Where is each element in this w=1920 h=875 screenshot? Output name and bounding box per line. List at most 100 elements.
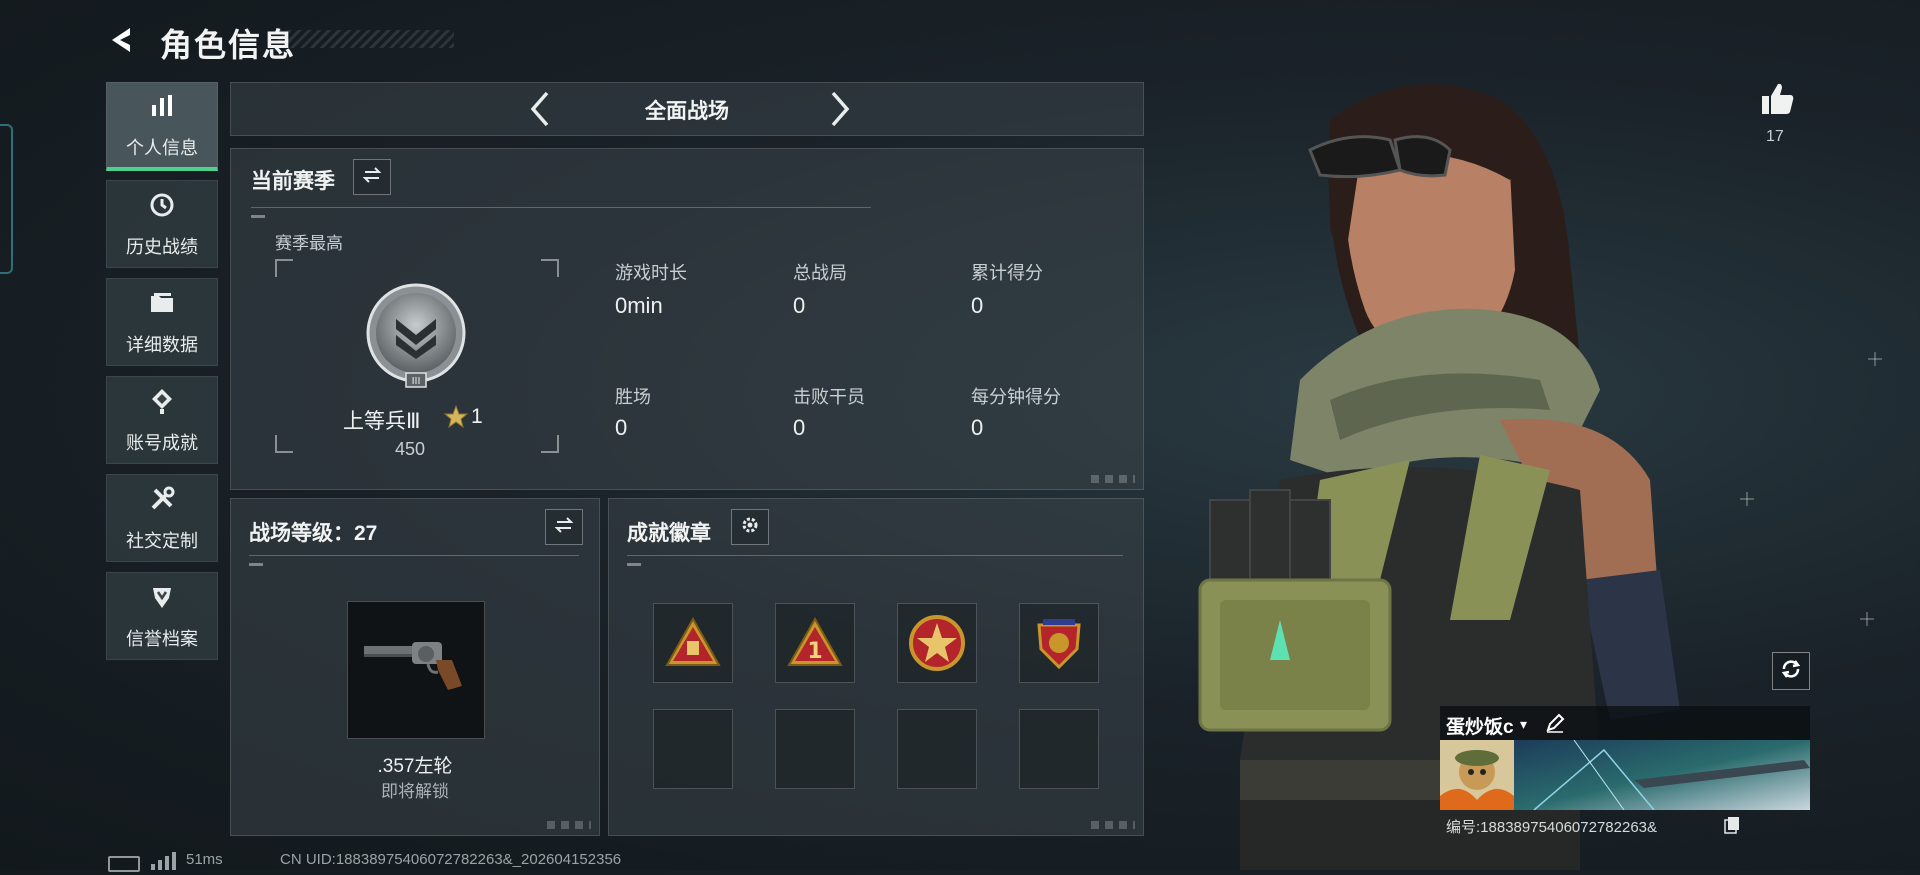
corner-decoration	[1091, 475, 1135, 483]
svg-text:III: III	[412, 376, 421, 387]
stat-label: 累计得分	[971, 263, 1043, 283]
rank-badge-icon: III	[361, 281, 471, 391]
stat-value: 0min	[615, 293, 663, 318]
badge-slot[interactable]	[653, 603, 733, 683]
number-one-badge-icon: 1	[787, 616, 843, 666]
sidebar-item-social[interactable]: 社交定制	[106, 474, 218, 562]
swap-arrows-icon	[361, 164, 383, 191]
badge-slot[interactable]	[1019, 603, 1099, 683]
badge-slot[interactable]: 1	[775, 603, 855, 683]
chevron-down-icon[interactable]: ▾	[1520, 716, 1527, 733]
back-arrow-icon[interactable]	[104, 22, 140, 58]
weapon-name: .357左轮	[377, 756, 453, 777]
mode-label: 全面战场	[645, 100, 729, 123]
page-title: 角色信息	[160, 27, 297, 63]
sidebar-item-label: 详细数据	[126, 334, 198, 355]
badge-slot-empty[interactable]	[653, 709, 733, 789]
avatar[interactable]	[1440, 740, 1514, 810]
sidebar-item-label: 社交定制	[126, 530, 198, 551]
frame-corner	[541, 435, 559, 453]
level-title: 战场等级：27	[249, 522, 378, 545]
sidebar-item-reputation[interactable]: 信誉档案	[106, 572, 218, 660]
bar-chart-icon	[147, 91, 177, 126]
mode-selector: 全面战场	[230, 82, 1144, 136]
divider-dots	[249, 563, 263, 566]
battlefield-level-panel: 战场等级：27 .357左轮 即将解锁	[230, 498, 600, 836]
badge-slot-empty[interactable]	[1019, 709, 1099, 789]
stat-value: 0	[615, 415, 628, 440]
frame-corner	[275, 259, 293, 277]
tools-icon	[147, 484, 177, 519]
ping-readout: 51ms	[186, 851, 223, 868]
player-id: 编号:18838975406072782263&	[1446, 819, 1658, 836]
triangle-badge-icon	[665, 616, 721, 666]
gear-icon	[739, 514, 761, 541]
star-icon	[443, 404, 469, 430]
stat-label: 击败干员	[793, 387, 865, 407]
frame-corner	[275, 435, 293, 453]
rank-star-count: 1	[471, 405, 483, 428]
weapon-status: 即将解锁	[381, 782, 449, 801]
divider	[249, 555, 579, 556]
copy-icon[interactable]	[1724, 816, 1740, 834]
shield-emblem-badge-icon	[1037, 619, 1081, 670]
player-name[interactable]: 蛋炒饭c	[1446, 712, 1514, 739]
level-switch-button[interactable]	[545, 509, 583, 545]
signal-icon	[150, 852, 176, 870]
divider-dots	[627, 563, 641, 566]
refresh-button[interactable]	[1772, 652, 1810, 690]
sidebar-item-details[interactable]: 详细数据	[106, 278, 218, 366]
badge-slot-empty[interactable]	[897, 709, 977, 789]
stat-value: 0	[793, 415, 806, 440]
corner-decoration	[547, 821, 591, 829]
season-switch-button[interactable]	[353, 159, 391, 195]
stat-value: 0	[793, 293, 806, 318]
corner-decoration	[1091, 821, 1135, 829]
decoration-cross	[1860, 612, 1874, 626]
stat-value: 0	[971, 415, 984, 440]
decoration-cross	[1868, 352, 1882, 366]
folder-icon	[147, 288, 177, 323]
swap-arrows-icon	[553, 514, 575, 541]
divider	[627, 555, 1123, 556]
achievement-badges-panel: 成就徽章 1	[608, 498, 1144, 836]
season-title: 当前赛季	[251, 170, 335, 193]
divider-dots	[251, 215, 265, 218]
sidebar-item-label: 个人信息	[126, 137, 198, 158]
edit-pencil-icon[interactable]	[1544, 712, 1566, 734]
stat-label: 胜场	[615, 387, 651, 407]
badges-title: 成就徽章	[627, 522, 711, 545]
svg-text:1: 1	[807, 639, 822, 664]
stat-label: 总战局	[793, 263, 847, 283]
sidebar-item-personal-info[interactable]: 个人信息	[106, 82, 218, 171]
refresh-icon	[1779, 657, 1803, 686]
uid-readout: CN UID:18838975406072782263&_20260415235…	[280, 851, 622, 868]
sidebar-item-history[interactable]: 历史战绩	[106, 180, 218, 268]
sidebar-item-label: 账号成就	[126, 432, 198, 453]
divider	[251, 207, 871, 208]
badge-slot[interactable]	[897, 603, 977, 683]
achievement-icon	[147, 386, 177, 421]
sidebar-item-achievements[interactable]: 账号成就	[106, 376, 218, 464]
stat-label: 每分钟得分	[971, 387, 1061, 407]
star-emblem-badge-icon	[909, 615, 965, 671]
sidebar-item-label: 历史战绩	[126, 236, 198, 257]
weapon-reward-slot[interactable]	[347, 601, 485, 739]
edge-bracket	[0, 124, 13, 274]
shield-icon	[147, 582, 177, 617]
chevron-right-icon[interactable]	[819, 89, 859, 129]
history-clock-icon	[147, 190, 177, 225]
like-count: 17	[1766, 128, 1784, 145]
badge-settings-button[interactable]	[731, 509, 769, 545]
stat-value: 0	[971, 293, 984, 318]
profile-banner[interactable]	[1514, 739, 1810, 811]
rank-name: 上等兵Ⅲ	[343, 410, 421, 433]
revolver-icon	[364, 642, 462, 690]
thumbs-up-icon[interactable]	[1758, 80, 1796, 118]
season-best-label: 赛季最高	[275, 234, 343, 253]
badge-slot-empty[interactable]	[775, 709, 855, 789]
frame-corner	[541, 259, 559, 277]
current-season-panel: 当前赛季 赛季最高 III 上等兵Ⅲ 1 450 游戏时长 0min 总战局 0…	[230, 148, 1144, 490]
stat-label: 游戏时长	[615, 263, 687, 283]
rank-score: 450	[395, 439, 426, 459]
